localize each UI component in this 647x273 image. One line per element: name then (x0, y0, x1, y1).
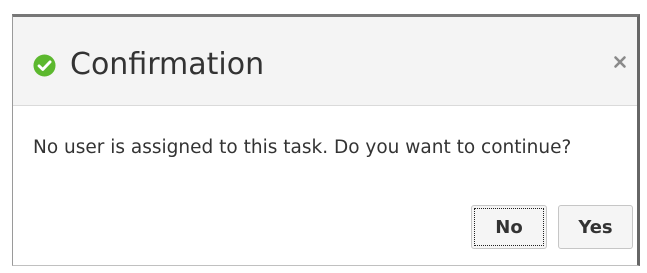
yes-button-label: Yes (578, 216, 613, 238)
dialog-title: Confirmation (70, 47, 265, 82)
yes-button[interactable]: Yes (558, 205, 633, 249)
no-button-label: No (495, 216, 523, 238)
dialog-header: Confirmation (13, 17, 637, 106)
confirmation-dialog: Confirmation No user is assigned to this… (12, 14, 640, 266)
no-button[interactable]: No (471, 205, 547, 249)
close-icon (614, 56, 626, 68)
close-button[interactable] (608, 50, 632, 74)
dialog-message: No user is assigned to this task. Do you… (33, 137, 572, 158)
check-circle-icon (33, 54, 56, 77)
